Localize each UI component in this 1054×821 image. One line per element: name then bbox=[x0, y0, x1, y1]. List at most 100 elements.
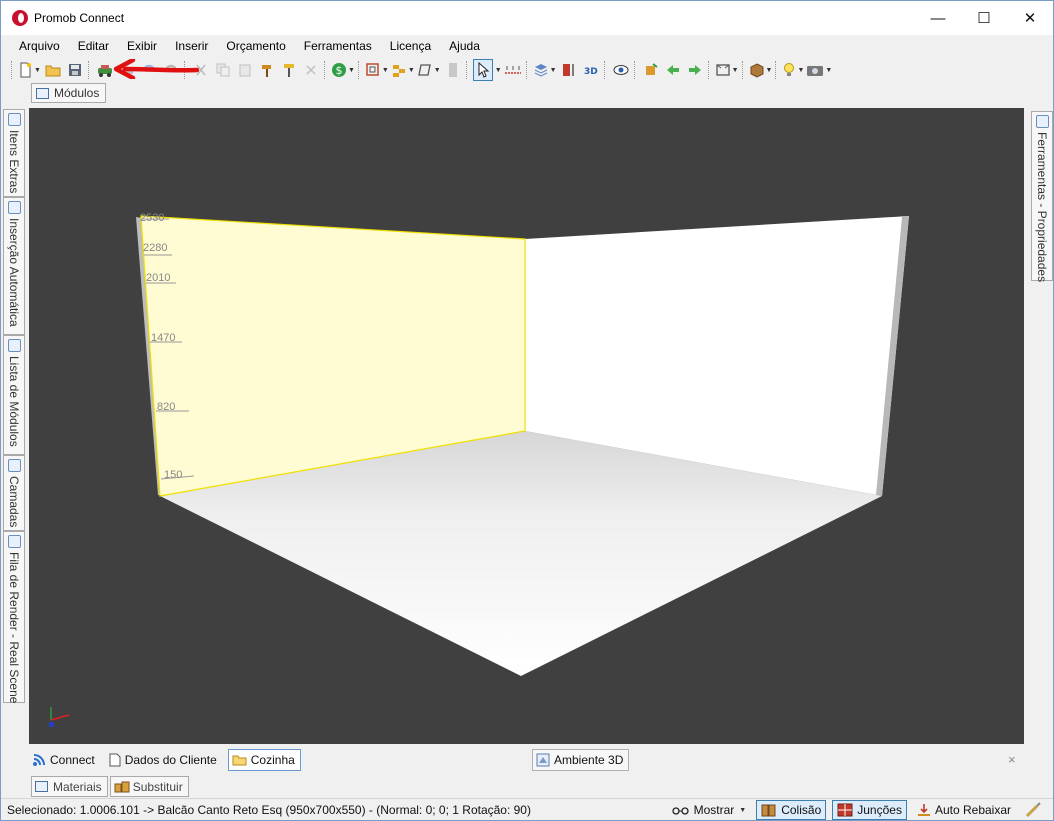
status-actions: Mostrar ▼ Colisão Junções Auto Rebaixar bbox=[662, 799, 1047, 821]
render-button[interactable] bbox=[95, 59, 115, 81]
view-3d-button[interactable]: 3D bbox=[581, 59, 601, 81]
wall-height-label: 1470 bbox=[151, 332, 176, 344]
chevron-down-icon[interactable]: ▼ bbox=[34, 67, 41, 74]
elevation-button[interactable] bbox=[559, 59, 579, 81]
tab-itens-extras[interactable]: Itens Extras bbox=[3, 109, 25, 197]
tab-cozinha[interactable]: Cozinha bbox=[227, 749, 301, 771]
chevron-down-icon[interactable]: ▼ bbox=[495, 67, 502, 74]
juncoes-toggle[interactable]: Junções bbox=[832, 800, 907, 820]
window-controls: — ☐ ✕ bbox=[915, 1, 1053, 35]
camera-button[interactable]: ▼ bbox=[806, 59, 832, 81]
tab-substituir[interactable]: Substituir bbox=[109, 776, 189, 797]
auto-insert-icon bbox=[8, 201, 21, 214]
lighting-button[interactable]: ▼ bbox=[782, 59, 804, 81]
arrow-right-icon bbox=[688, 65, 701, 75]
junctions-icon bbox=[837, 803, 853, 817]
copy-button[interactable] bbox=[213, 59, 233, 81]
tab-ferramentas-propriedades[interactable]: Ferramentas - Propriedades bbox=[1031, 111, 1053, 282]
menu-licenca[interactable]: Licença bbox=[381, 36, 440, 56]
module-list-icon bbox=[8, 339, 21, 352]
menu-inserir[interactable]: Inserir bbox=[166, 36, 217, 56]
door-button[interactable] bbox=[443, 59, 463, 81]
mostrar-dropdown[interactable]: Mostrar ▼ bbox=[668, 800, 751, 820]
chevron-down-icon[interactable]: ▼ bbox=[550, 67, 557, 74]
menu-ajuda[interactable]: Ajuda bbox=[440, 36, 489, 56]
toolbar-separator bbox=[707, 61, 711, 79]
chevron-down-icon[interactable]: ▼ bbox=[797, 67, 804, 74]
document-icon bbox=[109, 753, 121, 767]
menu-arquivo[interactable]: Arquivo bbox=[10, 36, 69, 56]
tab-cozinha-label: Cozinha bbox=[250, 753, 295, 767]
close-button[interactable]: ✕ bbox=[1007, 1, 1053, 35]
box-move-button[interactable] bbox=[641, 59, 661, 81]
door-icon bbox=[448, 63, 457, 77]
chevron-down-icon[interactable]: ▼ bbox=[766, 67, 773, 74]
frame-button[interactable]: ▼ bbox=[715, 59, 739, 81]
menu-orcamento[interactable]: Orçamento bbox=[217, 36, 294, 56]
arrow-left-button[interactable] bbox=[663, 59, 683, 81]
chevron-down-icon[interactable]: ▼ bbox=[382, 67, 389, 74]
box-move-icon bbox=[645, 63, 658, 75]
tab-dados-cliente[interactable]: Dados do Cliente bbox=[106, 749, 222, 771]
3d-viewport[interactable]: 2530 2280 2010 1470 820 150 bbox=[29, 108, 1024, 744]
tab-materiais[interactable]: Materiais bbox=[31, 776, 108, 797]
toolbar-separator bbox=[741, 61, 745, 79]
menu-exibir[interactable]: Exibir bbox=[118, 36, 166, 56]
package-button[interactable]: ▼ bbox=[749, 59, 773, 81]
chevron-down-icon[interactable]: ▼ bbox=[348, 67, 355, 74]
tab-ambiente-3d[interactable]: Ambiente 3D bbox=[532, 749, 630, 771]
shape-button[interactable]: ▼ bbox=[417, 59, 441, 81]
budget-button[interactable]: $ ▼ bbox=[331, 59, 355, 81]
layers-icon bbox=[8, 459, 21, 472]
measure-button[interactable] bbox=[503, 59, 523, 81]
tools-icon bbox=[1036, 115, 1049, 128]
wall-height-label: 150 bbox=[164, 469, 183, 481]
copy-icon bbox=[216, 63, 230, 77]
modules-button[interactable]: ▼ bbox=[391, 59, 415, 81]
plan-view-button[interactable]: ▼ bbox=[365, 59, 389, 81]
tab-camadas[interactable]: Camadas bbox=[3, 455, 25, 531]
window-title: Promob Connect bbox=[34, 11, 125, 25]
tab-connect[interactable]: Connect bbox=[29, 749, 100, 771]
minimize-button[interactable]: — bbox=[915, 1, 961, 35]
paint-roller-button[interactable] bbox=[279, 59, 299, 81]
chevron-down-icon[interactable]: ▼ bbox=[732, 67, 739, 74]
tab-fila-render[interactable]: Fila de Render - Real Scene bbox=[3, 531, 25, 703]
tab-insercao-automatica[interactable]: Inserção Automática bbox=[3, 197, 25, 335]
open-button[interactable] bbox=[43, 59, 63, 81]
toolbar-grip[interactable] bbox=[11, 61, 14, 79]
lower-panel-tabs: Materiais Substituir bbox=[31, 776, 191, 797]
menu-ferramentas[interactable]: Ferramentas bbox=[295, 36, 381, 56]
tab-itens-extras-label: Itens Extras bbox=[7, 130, 21, 194]
colisao-toggle[interactable]: Colisão bbox=[756, 800, 827, 820]
menu-editar[interactable]: Editar bbox=[69, 36, 118, 56]
toolbar-separator bbox=[603, 61, 607, 79]
paste-button[interactable] bbox=[235, 59, 255, 81]
hammer-button[interactable] bbox=[257, 59, 277, 81]
maximize-button[interactable]: ☐ bbox=[961, 1, 1007, 35]
tab-lista-modulos-label: Lista de Módulos bbox=[7, 356, 21, 447]
auto-rebaixar-label: Auto Rebaixar bbox=[934, 803, 1011, 817]
save-button[interactable] bbox=[65, 59, 85, 81]
wall-height-label: 2530 bbox=[140, 212, 165, 224]
elevation-view-icon bbox=[562, 64, 574, 76]
delete-button[interactable] bbox=[301, 59, 321, 81]
hammer-icon bbox=[261, 65, 271, 77]
chevron-down-icon[interactable]: ▼ bbox=[825, 67, 832, 74]
tab-lista-modulos[interactable]: Lista de Módulos bbox=[3, 335, 25, 455]
magic-tool-button[interactable] bbox=[1021, 800, 1047, 820]
visibility-button[interactable] bbox=[611, 59, 631, 81]
mostrar-label: Mostrar bbox=[693, 803, 735, 817]
arrow-right-button[interactable] bbox=[685, 59, 705, 81]
chevron-down-icon[interactable]: ▼ bbox=[434, 67, 441, 74]
chevron-down-icon[interactable]: ▼ bbox=[408, 67, 415, 74]
modulos-panel-tab[interactable]: Módulos bbox=[31, 83, 107, 103]
layers-icon bbox=[534, 64, 547, 77]
camera-icon bbox=[807, 66, 824, 76]
close-document-button[interactable]: × bbox=[1008, 752, 1016, 767]
colisao-label: Colisão bbox=[781, 803, 822, 817]
new-file-button[interactable]: ▼ bbox=[18, 59, 41, 81]
layers-button[interactable]: ▼ bbox=[533, 59, 557, 81]
select-button[interactable] bbox=[472, 59, 493, 81]
auto-rebaixar-toggle[interactable]: Auto Rebaixar bbox=[913, 800, 1015, 820]
